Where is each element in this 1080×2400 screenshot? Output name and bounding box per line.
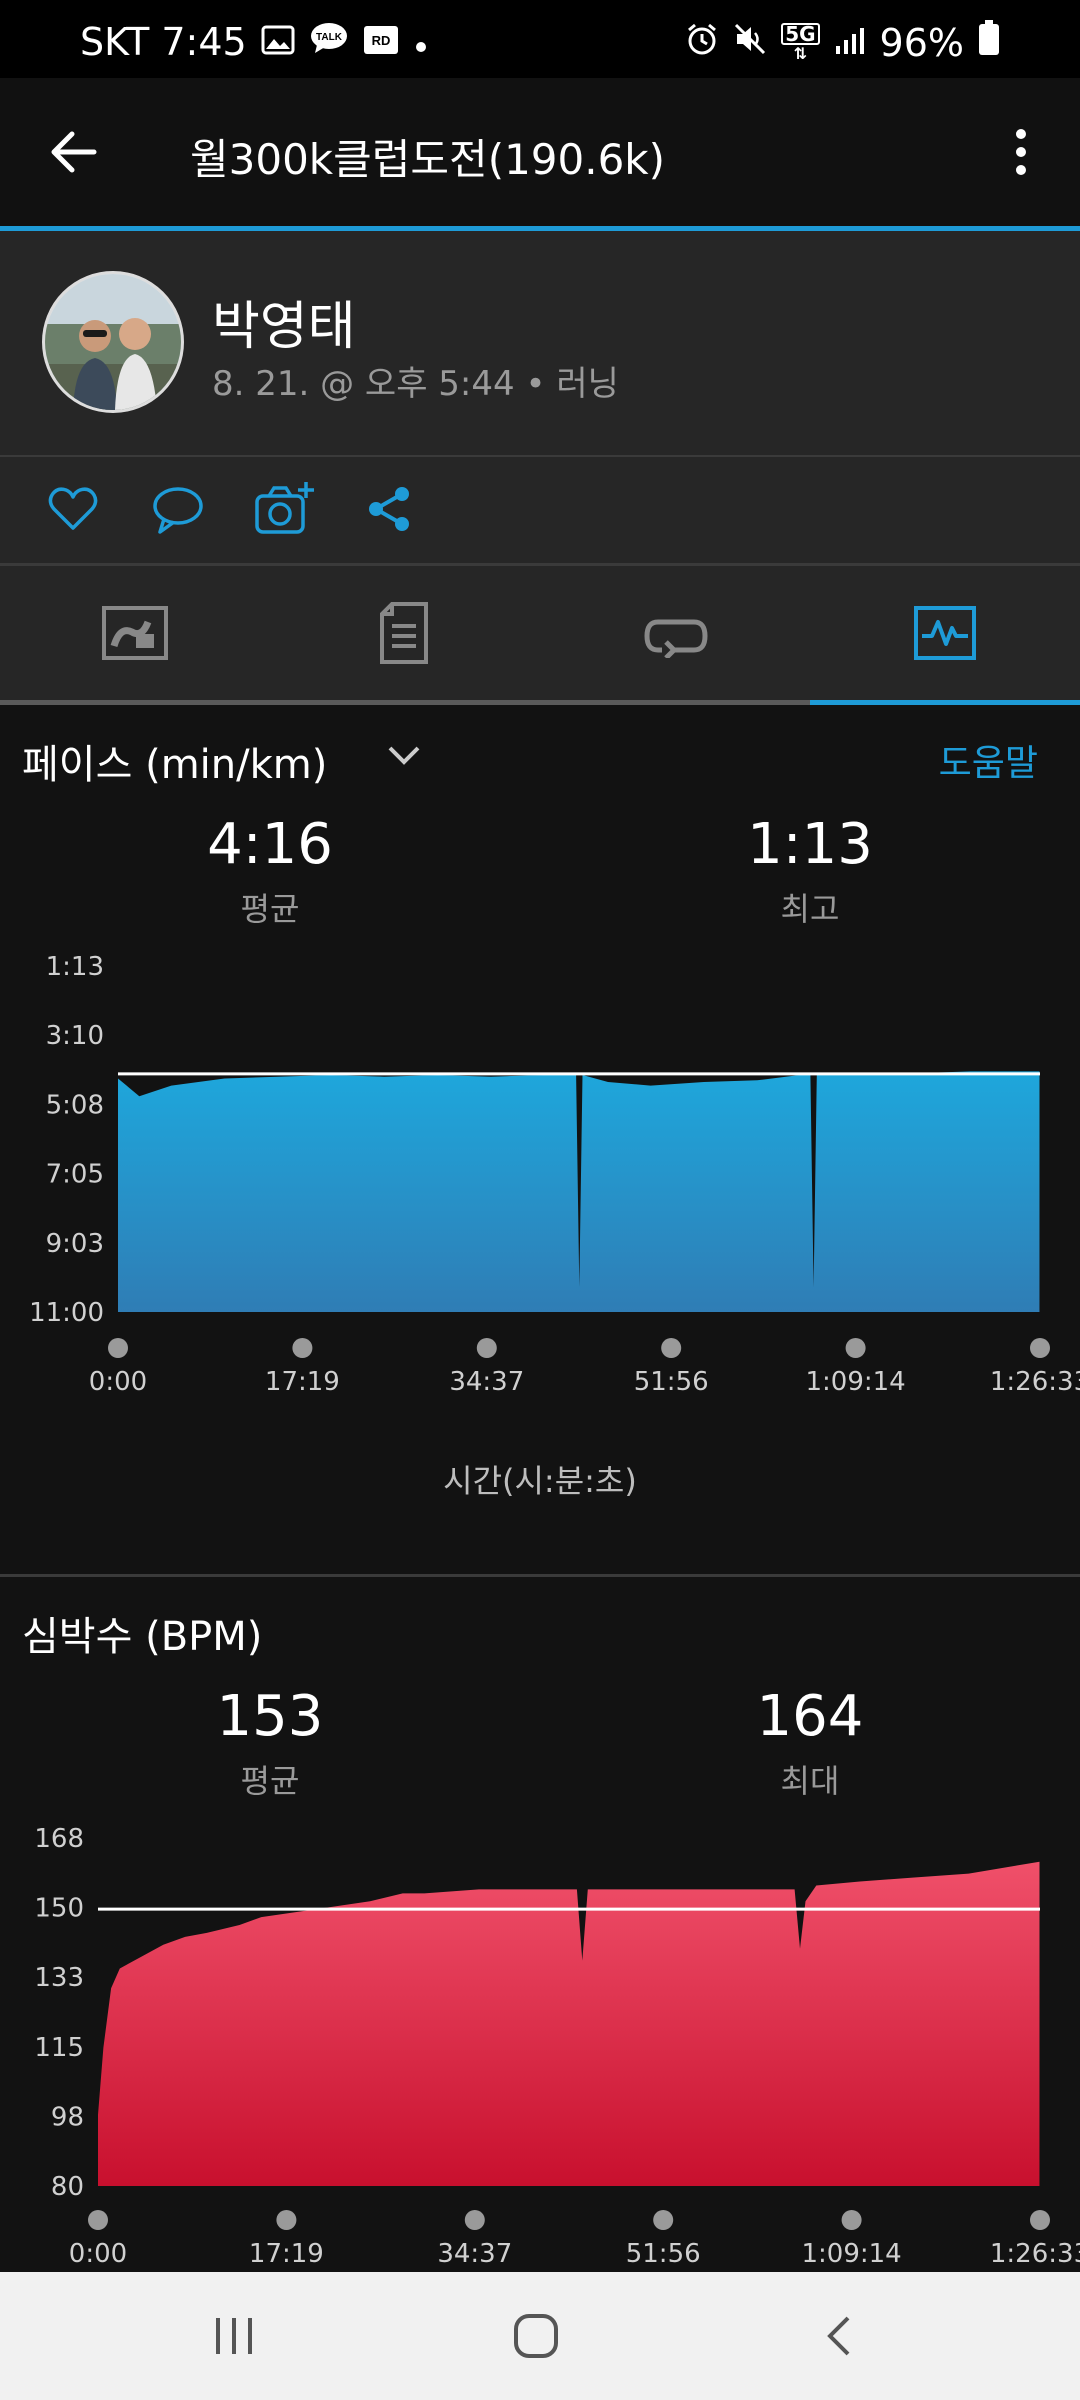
tab-map[interactable] bbox=[102, 606, 168, 660]
hr-max-label: 최대 bbox=[780, 1762, 840, 1800]
y-tick-label: 98 bbox=[51, 2102, 84, 2132]
hr-avg-label: 평균 bbox=[240, 1762, 300, 1800]
alarm-icon bbox=[685, 21, 719, 65]
x-tick-dot bbox=[1030, 1338, 1050, 1358]
add-photo-icon[interactable] bbox=[254, 478, 316, 540]
profile-name[interactable]: 박영태 bbox=[212, 284, 356, 359]
svg-text:TALK: TALK bbox=[316, 32, 343, 43]
tab-details[interactable] bbox=[380, 602, 428, 664]
details-icon bbox=[380, 602, 428, 664]
x-tick-dot bbox=[292, 1338, 313, 1358]
tab-charts[interactable] bbox=[914, 606, 976, 660]
y-tick-label: 3:10 bbox=[46, 1021, 104, 1051]
y-tick-label: 150 bbox=[34, 1894, 84, 1924]
help-link[interactable]: 도움말 bbox=[939, 734, 1038, 786]
svg-text:RD: RD bbox=[371, 33, 390, 48]
x-tick-dot bbox=[661, 1338, 682, 1358]
section-divider bbox=[0, 1574, 1080, 1577]
activity-meta: 8. 21. @ 오후 5:44 • 러닝 bbox=[212, 364, 619, 404]
x-tick-label: 0:00 bbox=[89, 1367, 147, 1397]
share-icon[interactable] bbox=[364, 484, 414, 534]
x-tick-label: 1:09:14 bbox=[805, 1367, 905, 1397]
y-tick-label: 5:08 bbox=[46, 1090, 104, 1120]
back-icon[interactable] bbox=[822, 2314, 854, 2358]
y-tick-label: 9:03 bbox=[46, 1229, 104, 1259]
x-tick-label: 34:37 bbox=[449, 1367, 524, 1397]
x-tick-label: 34:37 bbox=[437, 2239, 512, 2269]
x-tick-dot bbox=[653, 2210, 674, 2230]
x-tick-label: 0:00 bbox=[69, 2239, 127, 2269]
x-tick-label: 51:56 bbox=[626, 2239, 701, 2269]
x-tick-label: 17:19 bbox=[265, 1367, 340, 1397]
tab-laps[interactable] bbox=[644, 612, 708, 660]
x-tick-label: 1:26:33 bbox=[990, 1367, 1080, 1397]
home-icon[interactable] bbox=[512, 2312, 560, 2360]
hr-max-value: 164 bbox=[756, 1684, 864, 1749]
recent-apps-icon[interactable] bbox=[210, 2314, 258, 2358]
pace-title: 페이스 (min/km) bbox=[22, 742, 328, 788]
charts-icon bbox=[914, 606, 976, 660]
x-tick-label: 1:26:33 bbox=[990, 2239, 1080, 2269]
gallery-icon bbox=[261, 20, 295, 64]
x-tick-label: 1:09:14 bbox=[801, 2239, 901, 2269]
x-tick-dot bbox=[1030, 2210, 1050, 2230]
back-arrow-icon[interactable] bbox=[46, 124, 102, 180]
talk-icon: TALK bbox=[309, 20, 349, 64]
dot-icon bbox=[413, 20, 429, 64]
x-tick-dot bbox=[276, 2210, 297, 2230]
pace-area-series bbox=[118, 1071, 1040, 1312]
y-tick-label: 1:13 bbox=[46, 952, 104, 982]
x-tick-dot bbox=[88, 2210, 108, 2230]
carrier-time: SKT 7:45 bbox=[80, 20, 247, 64]
battery-percent: 96% bbox=[879, 20, 964, 65]
y-tick-label: 115 bbox=[34, 2033, 84, 2063]
chevron-down-icon[interactable] bbox=[384, 740, 424, 770]
x-tick-dot bbox=[108, 1338, 128, 1358]
pace-best-label: 최고 bbox=[780, 890, 840, 928]
y-tick-label: 168 bbox=[34, 1824, 84, 1854]
activity-title: 월300k클럽도전(190.6k) bbox=[190, 135, 666, 184]
comment-icon[interactable] bbox=[150, 482, 206, 538]
map-icon bbox=[102, 606, 168, 660]
x-tick-label: 51:56 bbox=[634, 1367, 709, 1397]
pace-chart[interactable]: 1:13 3:10 5:08 7:05 9:03 11:00 0:00 17:19 34:37 5… bbox=[0, 940, 1080, 1460]
pace-avg-label: 평균 bbox=[240, 890, 300, 928]
5g-icon: 5G ⇅ bbox=[781, 22, 820, 63]
avatar[interactable] bbox=[42, 271, 184, 413]
hr-title: 심박수 (BPM) bbox=[22, 1614, 263, 1660]
y-tick-label: 11:00 bbox=[29, 1298, 104, 1328]
y-tick-label: 133 bbox=[34, 1963, 84, 1993]
y-tick-label: 80 bbox=[51, 2172, 84, 2202]
heart-icon[interactable] bbox=[46, 482, 100, 536]
status-bar-left: SKT 7:45 TALK RD bbox=[80, 20, 429, 64]
status-bar-right: 5G ⇅ 96% bbox=[685, 20, 1000, 65]
x-tick-dot bbox=[845, 1338, 866, 1358]
hr-avg-value: 153 bbox=[216, 1684, 324, 1749]
y-tick-label: 7:05 bbox=[46, 1160, 104, 1190]
x-tick-dot bbox=[476, 1338, 497, 1358]
laps-icon bbox=[644, 619, 708, 660]
signal-icon bbox=[834, 21, 866, 65]
tab-active-indicator bbox=[810, 700, 1080, 705]
pace-x-axis-title: 시간(시:분:초) bbox=[443, 1462, 637, 1500]
mute-icon bbox=[733, 21, 767, 65]
x-tick-label: 17:19 bbox=[249, 2239, 324, 2269]
battery-icon bbox=[978, 20, 1000, 65]
hr-chart[interactable]: 168 150 133 115 98 80 0:00 17:19 34:37 51:56 1:09:… bbox=[0, 1810, 1080, 2272]
rec-icon: RD bbox=[363, 20, 399, 64]
pace-avg-value: 4:16 bbox=[207, 812, 333, 877]
more-options-icon[interactable] bbox=[1006, 124, 1036, 180]
pace-best-value: 1:13 bbox=[747, 812, 873, 877]
x-tick-dot bbox=[841, 2210, 862, 2230]
x-tick-dot bbox=[464, 2210, 485, 2230]
